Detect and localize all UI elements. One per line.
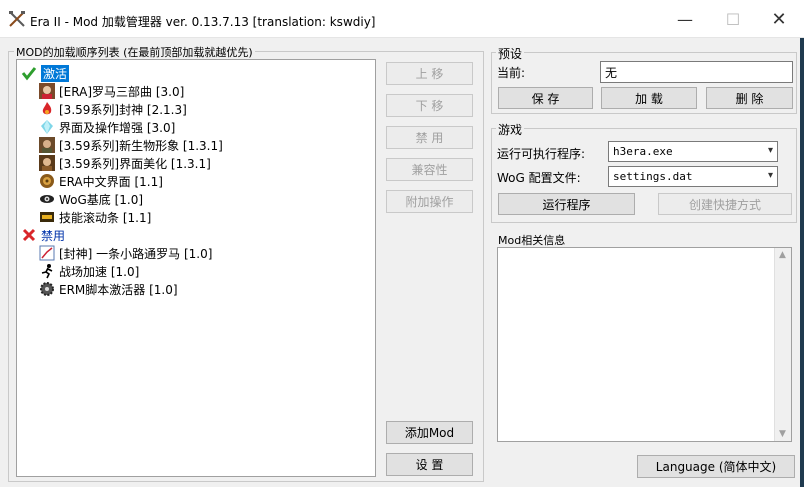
road-map-icon	[39, 245, 55, 261]
cfg-label: WoG 配置文件:	[497, 171, 581, 185]
mod-item[interactable]: [3.59系列]新生物形象 [1.3.1]	[39, 136, 223, 154]
mod-order-group-label: MOD的加载顺序列表 (在最前顶部加载就越优先)	[14, 44, 255, 60]
wog-eye-icon	[39, 191, 55, 207]
mod-info-textbox[interactable]: ▲ ▼	[497, 247, 792, 442]
chevron-down-icon: ▾	[767, 145, 773, 156]
exe-label: 运行可执行程序:	[497, 147, 586, 161]
preset-group-label: 预设	[496, 45, 525, 62]
mod-item[interactable]: [封神] 一条小路通罗马 [1.0]	[39, 244, 212, 262]
mod-item[interactable]: [3.59系列]封神 [2.1.3]	[39, 100, 187, 118]
preset-load-button[interactable]: 加 载	[601, 87, 697, 109]
window-title: Era II - Mod 加载管理器 ver. 0.13.7.13 [trans…	[30, 15, 376, 29]
mod-item[interactable]: 界面及操作增强 [3.0]	[39, 118, 175, 136]
running-man-icon	[39, 263, 55, 279]
title-bar: Era II - Mod 加载管理器 ver. 0.13.7.13 [trans…	[0, 0, 804, 38]
exe-select-value: h3era.exe	[613, 145, 673, 158]
scroll-bar-icon	[39, 209, 55, 225]
create-shortcut-button[interactable]: 创建快捷方式	[658, 193, 792, 215]
gear-icon	[39, 281, 55, 297]
close-button[interactable]: ✕	[756, 0, 802, 38]
language-button[interactable]: Language (简体中文)	[637, 455, 795, 478]
mod-item[interactable]: ERM脚本激活器 [1.0]	[39, 280, 178, 298]
move-down-button[interactable]: 下 移	[386, 94, 473, 117]
minimize-button[interactable]: —	[662, 0, 708, 38]
rome-portrait-icon	[39, 83, 55, 99]
creature-portrait-icon	[39, 137, 55, 153]
interface-portrait-icon	[39, 155, 55, 171]
mod-item[interactable]: ERA中文界面 [1.1]	[39, 172, 163, 190]
maximize-button[interactable]: ☐	[710, 0, 756, 38]
disabled-header-label: 禁用	[41, 228, 66, 243]
game-group-label: 游戏	[496, 121, 525, 138]
active-header-label: 激活	[41, 64, 70, 82]
mod-item[interactable]: 技能滚动条 [1.1]	[39, 208, 151, 226]
preset-delete-button[interactable]: 删 除	[706, 87, 793, 109]
red-flame-icon	[39, 101, 55, 117]
chevron-down-icon: ▾	[767, 170, 773, 181]
move-up-button[interactable]: 上 移	[386, 62, 473, 85]
info-scrollbar[interactable]: ▲ ▼	[774, 248, 791, 441]
exe-select[interactable]: h3era.exe ▾	[608, 141, 778, 162]
tree-header-active[interactable]: 激活	[21, 64, 70, 82]
run-game-button[interactable]: 运行程序	[498, 193, 635, 215]
background-window-edge	[800, 38, 804, 487]
cross-icon	[21, 227, 37, 243]
preset-current-field[interactable]: 无	[600, 61, 793, 83]
info-group-label: Mod相关信息	[496, 232, 568, 248]
extra-actions-button[interactable]: 附加操作	[386, 190, 473, 213]
mod-tree[interactable]: 激活 [ERA]罗马三部曲 [3.0] [3.59系列]封神 [2.1.3] 界…	[16, 59, 376, 477]
bronze-shield-icon	[39, 173, 55, 189]
check-icon	[21, 65, 37, 81]
preset-current-label: 当前:	[497, 66, 526, 80]
mod-item[interactable]: 战场加速 [1.0]	[39, 262, 139, 280]
crossed-tools-icon	[9, 11, 25, 27]
mod-item[interactable]: [3.59系列]界面美化 [1.3.1]	[39, 154, 211, 172]
crystal-icon	[39, 119, 55, 135]
mod-item[interactable]: WoG基底 [1.0]	[39, 190, 143, 208]
settings-button[interactable]: 设 置	[386, 453, 473, 476]
cfg-select[interactable]: settings.dat ▾	[608, 166, 778, 187]
cfg-select-value: settings.dat	[613, 170, 693, 183]
scroll-down-icon[interactable]: ▼	[779, 429, 786, 439]
mod-item[interactable]: [ERA]罗马三部曲 [3.0]	[39, 82, 184, 100]
disable-button[interactable]: 禁 用	[386, 126, 473, 149]
preset-save-button[interactable]: 保 存	[498, 87, 593, 109]
tree-header-disabled[interactable]: 禁用	[21, 226, 65, 244]
compat-button[interactable]: 兼容性	[386, 158, 473, 181]
add-mod-button[interactable]: 添加Mod	[386, 421, 473, 444]
scroll-up-icon[interactable]: ▲	[779, 250, 786, 260]
